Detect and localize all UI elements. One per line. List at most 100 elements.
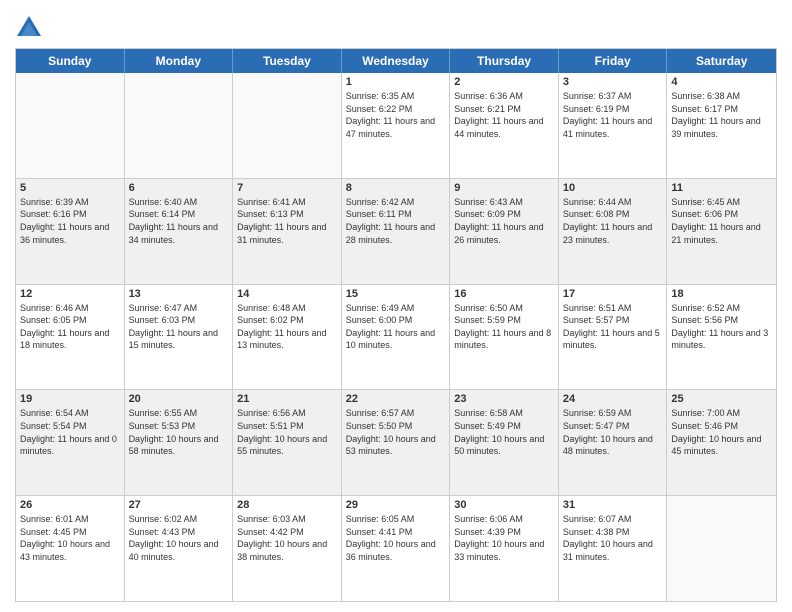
calendar-cell: 4 Sunrise: 6:38 AM Sunset: 6:17 PM Daylig… (667, 73, 776, 178)
header-day-saturday: Saturday (667, 49, 776, 73)
day-number: 9 (454, 182, 554, 194)
cell-info: Sunrise: 6:57 AM Sunset: 5:50 PM Dayligh… (346, 407, 446, 457)
calendar-cell: 22 Sunrise: 6:57 AM Sunset: 5:50 PM Dayli… (342, 390, 451, 495)
calendar-cell: 7Sunrise: 6:41 AM Sunset: 6:13 PM Daylig… (233, 179, 342, 284)
cell-info: Sunrise: 6:54 AM Sunset: 5:54 PM Dayligh… (20, 407, 120, 457)
calendar-cell: 27 Sunrise: 6:02 AM Sunset: 4:43 PM Dayli… (125, 496, 234, 601)
calendar-cell (16, 73, 125, 178)
calendar-row-2: 12 Sunrise: 6:46 AM Sunset: 6:05 PM Dayli… (16, 284, 776, 390)
cell-info: Sunrise: 6:46 AM Sunset: 6:05 PM Dayligh… (20, 302, 120, 352)
calendar-cell: 28 Sunrise: 6:03 AM Sunset: 4:42 PM Dayli… (233, 496, 342, 601)
day-number: 13 (129, 288, 229, 300)
logo (15, 14, 46, 42)
calendar-cell: 12 Sunrise: 6:46 AM Sunset: 6:05 PM Dayli… (16, 285, 125, 390)
calendar-cell: 31 Sunrise: 6:07 AM Sunset: 4:38 PM Dayli… (559, 496, 668, 601)
day-number: 29 (346, 499, 446, 511)
calendar-cell: 6 Sunrise: 6:40 AM Sunset: 6:14 PM Daylig… (125, 179, 234, 284)
day-number: 30 (454, 499, 554, 511)
cell-info: Sunrise: 6:06 AM Sunset: 4:39 PM Dayligh… (454, 513, 554, 563)
calendar-cell: 19 Sunrise: 6:54 AM Sunset: 5:54 PM Dayli… (16, 390, 125, 495)
cell-info: Sunrise: 6:48 AM Sunset: 6:02 PM Dayligh… (237, 302, 337, 352)
day-number: 14 (237, 288, 337, 300)
calendar-cell: 14 Sunrise: 6:48 AM Sunset: 6:02 PM Dayli… (233, 285, 342, 390)
day-number: 31 (563, 499, 663, 511)
day-number: 27 (129, 499, 229, 511)
day-number: 21 (237, 393, 337, 405)
calendar-row-0: 1 Sunrise: 6:35 AM Sunset: 6:22 PM Daylig… (16, 73, 776, 178)
calendar-cell (233, 73, 342, 178)
cell-info: Sunrise: 6:41 AM Sunset: 6:13 PM Dayligh… (237, 196, 337, 246)
calendar-cell: 3 Sunrise: 6:37 AM Sunset: 6:19 PM Daylig… (559, 73, 668, 178)
cell-info: Sunrise: 6:07 AM Sunset: 4:38 PM Dayligh… (563, 513, 663, 563)
calendar-cell: 2Sunrise: 6:36 AM Sunset: 6:21 PM Daylig… (450, 73, 559, 178)
cell-info: Sunrise: 6:47 AM Sunset: 6:03 PM Dayligh… (129, 302, 229, 352)
cell-info: Sunrise: 6:42 AM Sunset: 6:11 PM Dayligh… (346, 196, 446, 246)
cell-info: Sunrise: 6:03 AM Sunset: 4:42 PM Dayligh… (237, 513, 337, 563)
calendar-cell: 8 Sunrise: 6:42 AM Sunset: 6:11 PM Daylig… (342, 179, 451, 284)
cell-info: Sunrise: 6:55 AM Sunset: 5:53 PM Dayligh… (129, 407, 229, 457)
day-number: 1 (346, 76, 446, 88)
cell-info: Sunrise: 6:35 AM Sunset: 6:22 PM Dayligh… (346, 90, 446, 140)
cell-info: Sunrise: 6:52 AM Sunset: 5:56 PM Dayligh… (671, 302, 772, 352)
calendar-cell: 20Sunrise: 6:55 AM Sunset: 5:53 PM Dayli… (125, 390, 234, 495)
day-number: 15 (346, 288, 446, 300)
day-number: 4 (671, 76, 772, 88)
day-number: 3 (563, 76, 663, 88)
calendar-cell: 26Sunrise: 6:01 AM Sunset: 4:45 PM Dayli… (16, 496, 125, 601)
calendar-cell: 10 Sunrise: 6:44 AM Sunset: 6:08 PM Dayli… (559, 179, 668, 284)
day-number: 28 (237, 499, 337, 511)
calendar-cell: 24Sunrise: 6:59 AM Sunset: 5:47 PM Dayli… (559, 390, 668, 495)
cell-info: Sunrise: 6:59 AM Sunset: 5:47 PM Dayligh… (563, 407, 663, 457)
day-number: 22 (346, 393, 446, 405)
day-number: 2 (454, 76, 554, 88)
day-number: 8 (346, 182, 446, 194)
logo-icon (15, 14, 43, 42)
calendar-cell: 17 Sunrise: 6:51 AM Sunset: 5:57 PM Dayli… (559, 285, 668, 390)
cell-info: Sunrise: 6:05 AM Sunset: 4:41 PM Dayligh… (346, 513, 446, 563)
calendar-body: 1 Sunrise: 6:35 AM Sunset: 6:22 PM Daylig… (16, 73, 776, 601)
calendar-cell: 1 Sunrise: 6:35 AM Sunset: 6:22 PM Daylig… (342, 73, 451, 178)
cell-info: Sunrise: 6:58 AM Sunset: 5:49 PM Dayligh… (454, 407, 554, 457)
cell-info: Sunrise: 6:01 AM Sunset: 4:45 PM Dayligh… (20, 513, 120, 563)
cell-info: Sunrise: 6:44 AM Sunset: 6:08 PM Dayligh… (563, 196, 663, 246)
day-number: 6 (129, 182, 229, 194)
day-number: 5 (20, 182, 120, 194)
calendar-cell: 5 Sunrise: 6:39 AM Sunset: 6:16 PM Daylig… (16, 179, 125, 284)
calendar-cell: 18 Sunrise: 6:52 AM Sunset: 5:56 PM Dayli… (667, 285, 776, 390)
header-day-thursday: Thursday (450, 49, 559, 73)
header (15, 10, 777, 42)
cell-info: Sunrise: 6:43 AM Sunset: 6:09 PM Dayligh… (454, 196, 554, 246)
calendar-row-3: 19 Sunrise: 6:54 AM Sunset: 5:54 PM Dayli… (16, 389, 776, 495)
cell-info: Sunrise: 7:00 AM Sunset: 5:46 PM Dayligh… (671, 407, 772, 457)
cell-info: Sunrise: 6:02 AM Sunset: 4:43 PM Dayligh… (129, 513, 229, 563)
cell-info: Sunrise: 6:50 AM Sunset: 5:59 PM Dayligh… (454, 302, 554, 352)
day-number: 10 (563, 182, 663, 194)
cell-info: Sunrise: 6:51 AM Sunset: 5:57 PM Dayligh… (563, 302, 663, 352)
calendar-cell: 23 Sunrise: 6:58 AM Sunset: 5:49 PM Dayli… (450, 390, 559, 495)
cell-info: Sunrise: 6:45 AM Sunset: 6:06 PM Dayligh… (671, 196, 772, 246)
day-number: 18 (671, 288, 772, 300)
header-day-tuesday: Tuesday (233, 49, 342, 73)
cell-info: Sunrise: 6:40 AM Sunset: 6:14 PM Dayligh… (129, 196, 229, 246)
page: SundayMondayTuesdayWednesdayThursdayFrid… (0, 0, 792, 612)
calendar-cell: 21Sunrise: 6:56 AM Sunset: 5:51 PM Dayli… (233, 390, 342, 495)
day-number: 17 (563, 288, 663, 300)
day-number: 23 (454, 393, 554, 405)
calendar: SundayMondayTuesdayWednesdayThursdayFrid… (15, 48, 777, 602)
day-number: 19 (20, 393, 120, 405)
calendar-row-4: 26Sunrise: 6:01 AM Sunset: 4:45 PM Dayli… (16, 495, 776, 601)
calendar-cell: 25 Sunrise: 7:00 AM Sunset: 5:46 PM Dayli… (667, 390, 776, 495)
cell-info: Sunrise: 6:38 AM Sunset: 6:17 PM Dayligh… (671, 90, 772, 140)
calendar-row-1: 5 Sunrise: 6:39 AM Sunset: 6:16 PM Daylig… (16, 178, 776, 284)
day-number: 12 (20, 288, 120, 300)
calendar-cell: 29 Sunrise: 6:05 AM Sunset: 4:41 PM Dayli… (342, 496, 451, 601)
calendar-cell (125, 73, 234, 178)
cell-info: Sunrise: 6:39 AM Sunset: 6:16 PM Dayligh… (20, 196, 120, 246)
calendar-cell: 9 Sunrise: 6:43 AM Sunset: 6:09 PM Daylig… (450, 179, 559, 284)
header-day-monday: Monday (125, 49, 234, 73)
cell-info: Sunrise: 6:49 AM Sunset: 6:00 PM Dayligh… (346, 302, 446, 352)
day-number: 25 (671, 393, 772, 405)
day-number: 11 (671, 182, 772, 194)
calendar-cell: 16Sunrise: 6:50 AM Sunset: 5:59 PM Dayli… (450, 285, 559, 390)
cell-info: Sunrise: 6:37 AM Sunset: 6:19 PM Dayligh… (563, 90, 663, 140)
